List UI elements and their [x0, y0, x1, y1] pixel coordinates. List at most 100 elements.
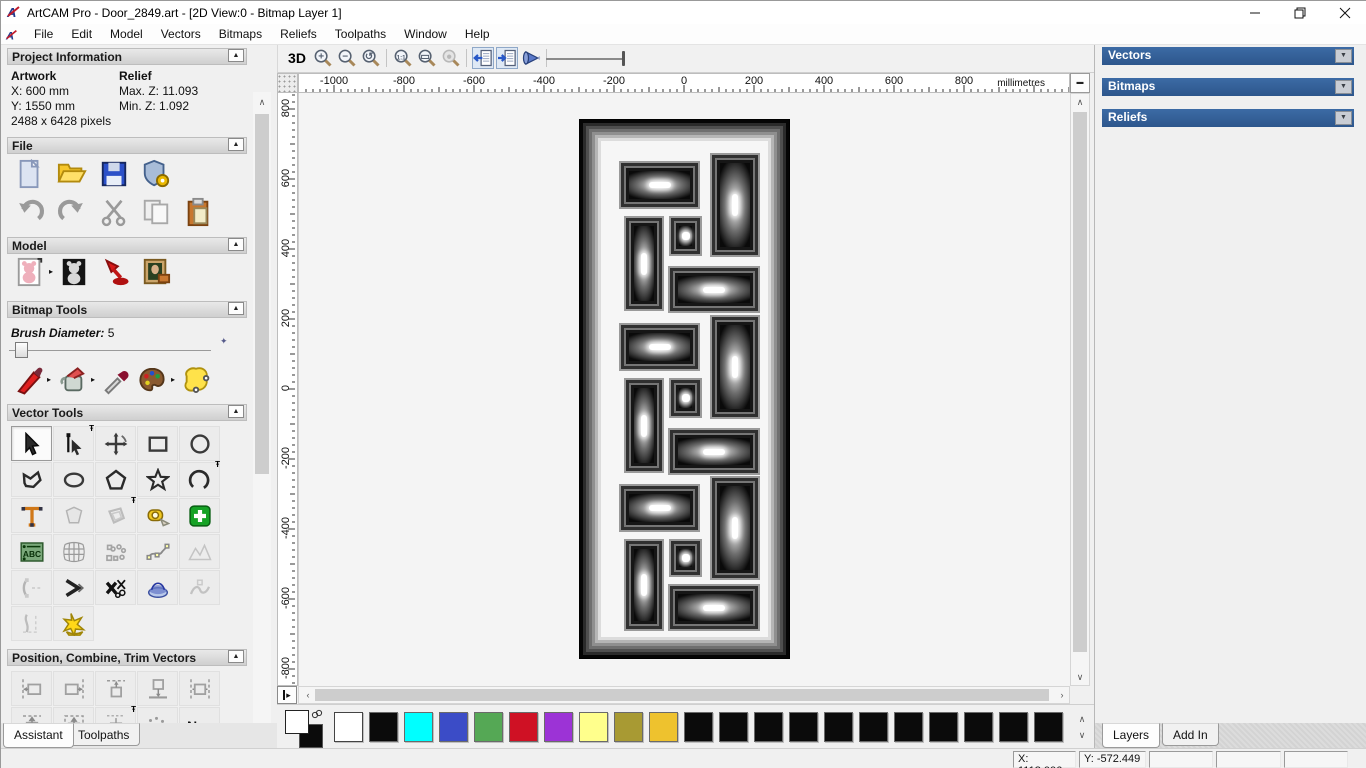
colour-swatch-7[interactable]: [579, 712, 608, 742]
cursor-tool[interactable]: [11, 426, 52, 461]
rect-tool-tool[interactable]: [137, 426, 178, 461]
palette-scroll-down[interactable]: ∨: [1073, 727, 1091, 743]
colour-swatch-18[interactable]: [964, 712, 993, 742]
fit-arcs-tool[interactable]: [137, 534, 178, 569]
drawing-canvas[interactable]: [298, 93, 1070, 686]
align-center-tool[interactable]: [179, 671, 220, 706]
vscroll-thumb[interactable]: [1073, 112, 1087, 652]
scroll-down-arrow[interactable]: ∨: [1071, 669, 1089, 685]
mountains-gray-tool[interactable]: [179, 534, 220, 569]
primary-colour-swatch[interactable]: [285, 710, 309, 734]
save-file-button[interactable]: [99, 159, 129, 189]
ellipse-tool-tool[interactable]: [53, 462, 94, 497]
distort-tool[interactable]: [53, 534, 94, 569]
new-document-button[interactable]: [15, 158, 45, 189]
arc-tool-tool[interactable]: Ŧ: [179, 460, 220, 497]
align-right-tool[interactable]: [53, 671, 94, 706]
circle-tool-tool[interactable]: [179, 426, 220, 461]
flyout-arrow[interactable]: ▸: [49, 267, 53, 276]
position-combine-trim-collapse-button[interactable]: ▲: [228, 650, 244, 663]
view-3d-button[interactable]: 3D: [284, 47, 310, 69]
colour-swatch-15[interactable]: [859, 712, 888, 742]
cone-light-button[interactable]: [520, 47, 542, 69]
colour-swatch-19[interactable]: [999, 712, 1028, 742]
menu-file[interactable]: File: [25, 25, 62, 43]
contrast-slider-handle[interactable]: [622, 51, 625, 66]
star-yellow-tool[interactable]: [53, 606, 94, 641]
file-section-header[interactable]: File: [7, 137, 247, 154]
colour-swatch-17[interactable]: [929, 712, 958, 742]
colour-swatch-11[interactable]: [719, 712, 748, 742]
model-wizard-button[interactable]: [141, 159, 171, 189]
polygon-tool-tool[interactable]: [95, 462, 136, 497]
contrast-slider-track[interactable]: [546, 58, 622, 60]
colour-picker-button[interactable]: [101, 365, 131, 395]
colour-swatch-16[interactable]: [894, 712, 923, 742]
colour-swatch-13[interactable]: [789, 712, 818, 742]
abc-green-tool[interactable]: ABC: [11, 534, 52, 569]
menu-edit[interactable]: Edit: [62, 25, 101, 43]
brush-slider-track[interactable]: [9, 350, 211, 351]
light-settings-button[interactable]: [101, 257, 131, 287]
page-arrow-right-button[interactable]: [496, 47, 518, 69]
measure-tool[interactable]: [137, 498, 178, 533]
import-relief-button[interactable]: [59, 257, 89, 287]
bitmaps-header[interactable]: Bitmaps: [1102, 78, 1354, 96]
reliefs-expand-button[interactable]: ▼: [1335, 111, 1352, 125]
chevron-tool-tool[interactable]: [53, 570, 94, 605]
align-top-tool[interactable]: [95, 671, 136, 706]
redo-button[interactable]: [57, 197, 87, 227]
minimize-button[interactable]: [1232, 1, 1277, 24]
vector-tools-header[interactable]: Vector Tools: [7, 404, 247, 421]
colour-swatch-1[interactable]: [369, 712, 398, 742]
bridge-gray-tool[interactable]: [179, 570, 220, 605]
offset-gray-tool[interactable]: Ŧ: [95, 496, 136, 533]
vectors-header[interactable]: Vectors: [1102, 47, 1354, 65]
panel-scroll-up[interactable]: ∧: [253, 94, 271, 110]
restore-button[interactable]: [1277, 1, 1322, 24]
colour-swatch-9[interactable]: [649, 712, 678, 742]
menu-bitmaps[interactable]: Bitmaps: [210, 25, 271, 43]
paste-green-tool[interactable]: [179, 498, 220, 533]
menu-vectors[interactable]: Vectors: [152, 25, 210, 43]
copy-button[interactable]: [141, 197, 171, 227]
scroll-up-arrow[interactable]: ∧: [1071, 94, 1089, 110]
cursor-node-tool[interactable]: Ŧ: [53, 424, 94, 461]
flyout-arrow[interactable]: ▸: [91, 375, 95, 384]
open-file-button[interactable]: [57, 159, 87, 189]
wrap-gray-tool[interactable]: [53, 498, 94, 533]
left-panel-scrollbar[interactable]: ∧∨: [253, 92, 271, 748]
cut-button[interactable]: [99, 197, 129, 227]
tab-assistant[interactable]: Assistant: [3, 723, 74, 748]
colour-swatch-3[interactable]: [439, 712, 468, 742]
zoom-out-button[interactable]: −: [336, 47, 358, 69]
bitmap-tools-collapse-button[interactable]: ▲: [228, 302, 244, 315]
colour-swatch-10[interactable]: [684, 712, 713, 742]
hscroll-thumb[interactable]: [315, 689, 1049, 701]
page-arrow-left-button[interactable]: [472, 47, 494, 69]
model-section-collapse-button[interactable]: ▲: [228, 238, 244, 251]
undo-button[interactable]: [15, 197, 45, 227]
polyline-tool-tool[interactable]: [11, 462, 52, 497]
panel-toggle-button[interactable]: ▸: [277, 686, 297, 704]
file-section-collapse-button[interactable]: ▲: [228, 138, 244, 151]
colour-swatch-20[interactable]: [1034, 712, 1063, 742]
link-colours-icon[interactable]: [311, 708, 323, 720]
load-image-button[interactable]: [141, 257, 171, 287]
canvas-vscrollbar[interactable]: ∧ ∨: [1070, 93, 1090, 686]
position-combine-trim-header[interactable]: Position, Combine, Trim Vectors: [7, 649, 247, 666]
bitmap-shape-button[interactable]: [181, 365, 211, 395]
menu-reliefs[interactable]: Reliefs: [271, 25, 326, 43]
align-left-tool[interactable]: [11, 671, 52, 706]
close-button[interactable]: [1322, 1, 1366, 24]
import-model-button[interactable]: [15, 257, 45, 287]
canvas-hscrollbar[interactable]: ‹ ›: [298, 686, 1070, 704]
trim-vectors-tool[interactable]: [95, 570, 136, 605]
transform-tool[interactable]: [95, 426, 136, 461]
brush-slider-handle[interactable]: [15, 342, 28, 358]
palette-tool-button[interactable]: [137, 365, 167, 395]
tab-layers[interactable]: Layers: [1102, 723, 1161, 748]
colour-swatch-12[interactable]: [754, 712, 783, 742]
ruler-unit-dropdown[interactable]: ▬▼: [1070, 73, 1090, 104]
zoom-in-button[interactable]: +: [312, 47, 334, 69]
